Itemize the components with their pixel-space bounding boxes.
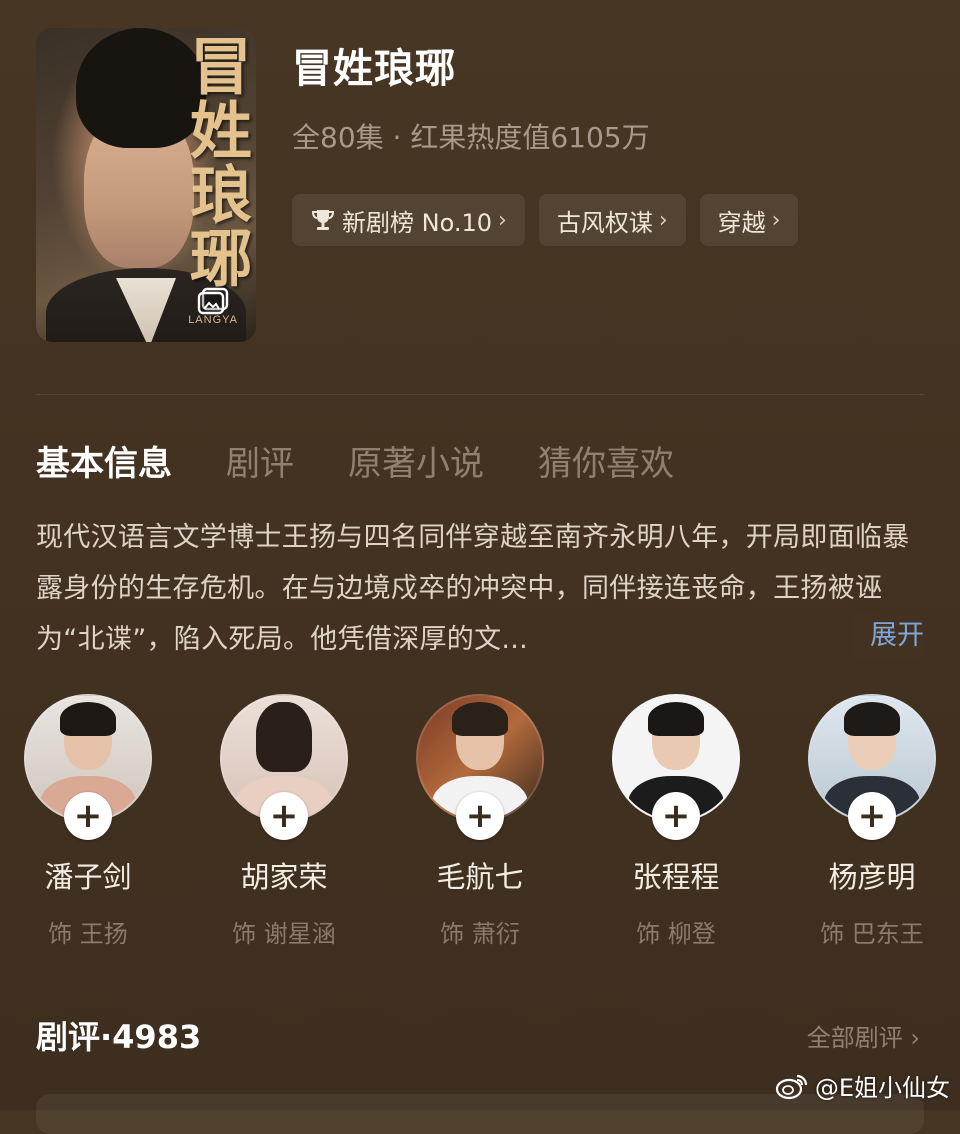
tag-row: 新剧榜 No.10 › 古风权谋 › 穿越 › [292, 194, 799, 246]
actor-name: 杨彦明 [828, 860, 916, 894]
follow-button[interactable]: + [64, 792, 112, 840]
trophy-icon [311, 210, 335, 230]
section-divider [36, 394, 924, 395]
role-name: 饰 王扬 [48, 920, 128, 948]
follow-button[interactable]: + [652, 792, 700, 840]
tag-ranking[interactable]: 新剧榜 No.10 › [292, 194, 525, 246]
drama-detail-page: 冒姓琅琊 LANGYA 冒姓琅琊 全80集 · 红果热度值6105万 新剧榜 N… [0, 0, 960, 1134]
chevron-right-icon: › [910, 1024, 920, 1052]
chevron-right-icon: › [658, 207, 668, 233]
drama-meta: 全80集 · 红果热度值6105万 [292, 121, 650, 154]
tag-ranking-label: 新剧榜 No.10 [342, 208, 493, 237]
role-name: 饰 萧衍 [440, 920, 520, 948]
plus-icon: + [269, 796, 299, 836]
weibo-icon [775, 1074, 807, 1099]
cast-list: + 潘子剑 饰 王扬 + 胡家荣 饰 谢星涵 + 毛航七 饰 萧衍 + 张程程 … [18, 694, 942, 949]
cast-member[interactable]: + 张程程 饰 柳登 [606, 694, 746, 949]
cast-member[interactable]: + 毛航七 饰 萧衍 [410, 694, 550, 949]
poster-title-art: 冒姓琅琊 [179, 34, 252, 290]
synopsis-text: 现代汉语言文学博士王扬与四名同伴穿越至南齐永明八年，开局即面临暴露身份的生存危机… [36, 522, 910, 655]
tag-genre[interactable]: 古风权谋 › [538, 194, 686, 246]
follow-button[interactable]: + [848, 792, 896, 840]
actor-name: 毛航七 [436, 860, 524, 894]
tag-theme[interactable]: 穿越 › [699, 194, 799, 246]
cast-member[interactable]: + 潘子剑 饰 王扬 [18, 694, 158, 949]
plus-icon: + [661, 796, 691, 836]
drama-title: 冒姓琅琊 [292, 46, 456, 92]
all-reviews-link[interactable]: 全部剧评 › [807, 1018, 920, 1053]
drama-poster[interactable]: 冒姓琅琊 LANGYA [36, 28, 256, 342]
tag-genre-label: 古风权谋 [556, 208, 653, 237]
role-name: 饰 谢星涵 [232, 920, 336, 948]
tag-theme-label: 穿越 [717, 208, 766, 237]
actor-name: 胡家荣 [240, 860, 328, 894]
expand-button[interactable]: 展开 [854, 614, 924, 658]
actor-name: 张程程 [632, 860, 720, 894]
chevron-right-icon: › [771, 207, 781, 233]
follow-button[interactable]: + [456, 792, 504, 840]
follow-button[interactable]: + [260, 792, 308, 840]
reviews-heading: 剧评·4983 [36, 1018, 202, 1056]
tab-basic-info[interactable]: 基本信息 [36, 436, 172, 485]
all-reviews-label: 全部剧评 [806, 1024, 903, 1052]
watermark: @E姐小仙女 [775, 1068, 950, 1103]
gallery-icon[interactable] [196, 286, 230, 316]
plus-icon: + [465, 796, 495, 836]
plus-icon: + [73, 796, 103, 836]
actor-name: 潘子剑 [44, 860, 132, 894]
plus-icon: + [857, 796, 887, 836]
tab-recommendations[interactable]: 猜你喜欢 [538, 436, 674, 485]
cast-member[interactable]: + 胡家荣 饰 谢星涵 [214, 694, 354, 949]
role-name: 饰 柳登 [636, 920, 716, 948]
tab-reviews[interactable]: 剧评 [226, 436, 294, 485]
role-name: 饰 巴东王 [820, 920, 924, 948]
watermark-text: @E姐小仙女 [814, 1074, 950, 1102]
tab-bar: 基本信息 剧评 原著小说 猜你喜欢 [36, 436, 674, 485]
cast-member[interactable]: + 杨彦明 饰 巴东王 [802, 694, 942, 949]
chevron-right-icon: › [498, 207, 507, 233]
tab-original-novel[interactable]: 原著小说 [348, 436, 484, 485]
